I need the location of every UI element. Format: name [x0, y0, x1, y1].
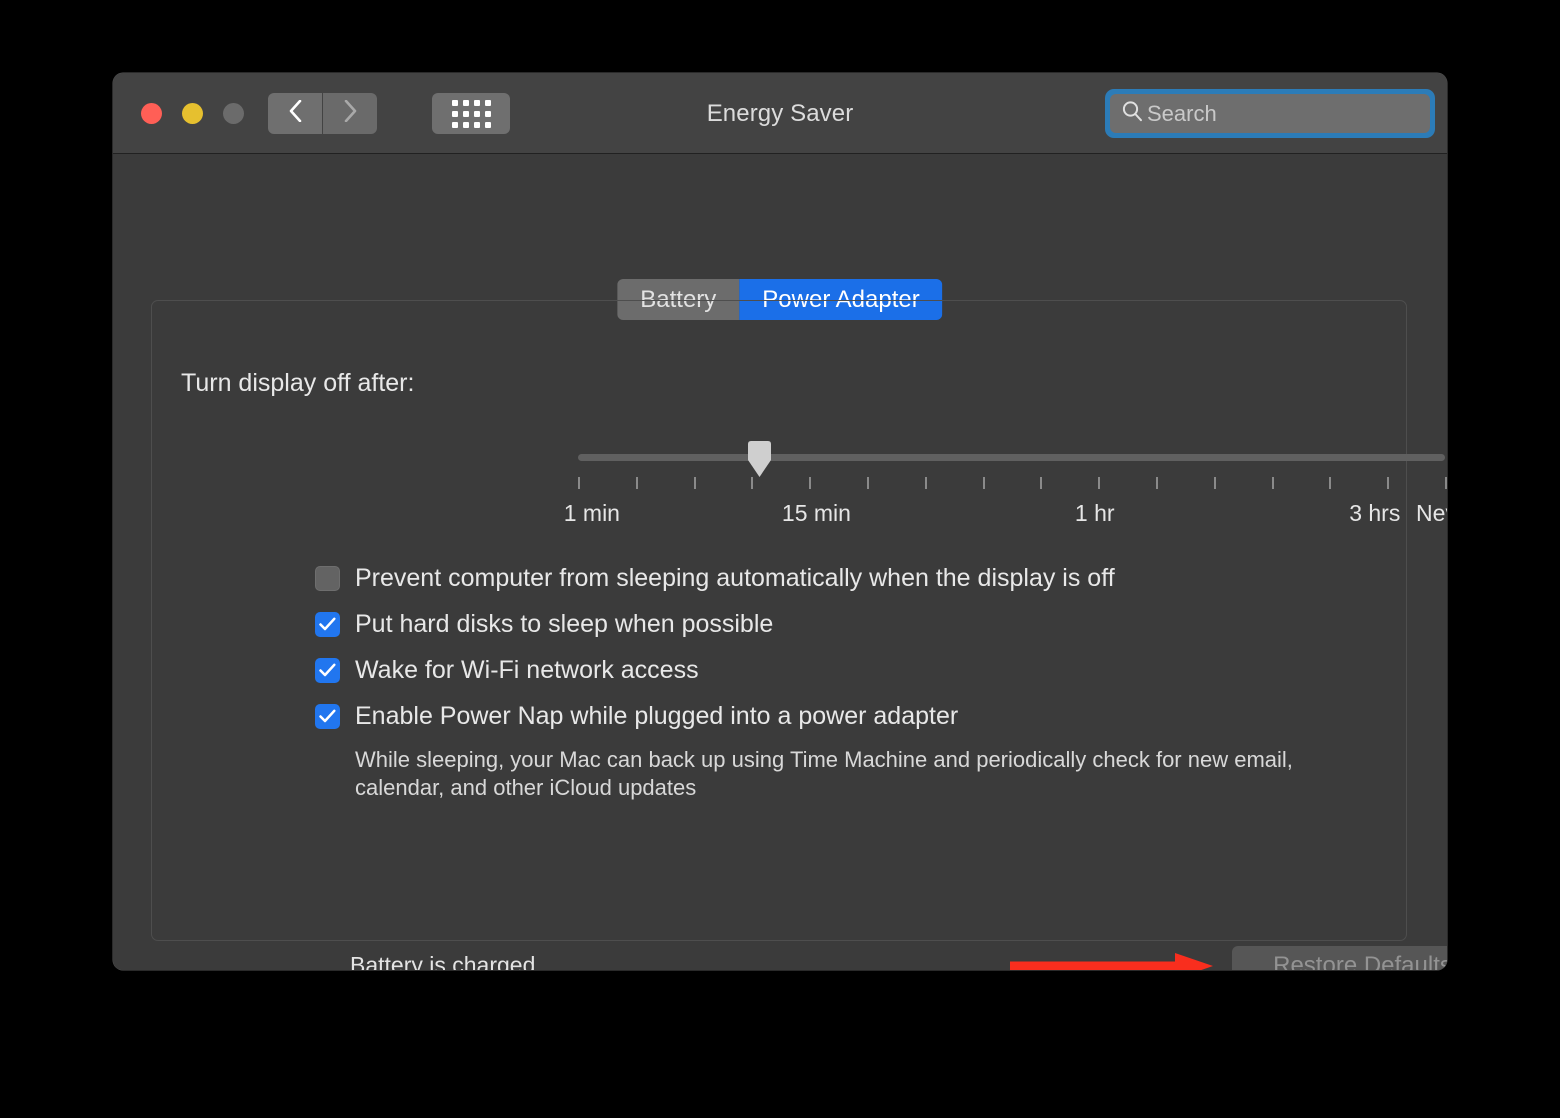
- restore-defaults-button[interactable]: Restore Defaults: [1232, 946, 1447, 970]
- wake-for-wifi-label: Wake for Wi-Fi network access: [355, 656, 699, 684]
- slider-tick: [866, 477, 869, 489]
- slider-tick: [1098, 477, 1101, 489]
- slider-tick: [1387, 477, 1390, 489]
- slider-tick: [1213, 477, 1216, 489]
- slider-tick-marks: [578, 477, 1447, 489]
- search-field-focus-ring: Search: [1105, 89, 1435, 138]
- slider-tick-labels: 1 min 15 min 1 hr 3 hrs Never: [113, 500, 1447, 530]
- slider-thumb[interactable]: [744, 440, 775, 478]
- slider-tick: [635, 477, 638, 489]
- power-options-list: Prevent computer from sleeping automatic…: [315, 562, 1375, 802]
- checkbox-row-hard-disk-sleep[interactable]: Put hard disks to sleep when possible: [315, 608, 1375, 641]
- slider-tick: [924, 477, 927, 489]
- prevent-sleep-label: Prevent computer from sleeping automatic…: [355, 564, 1115, 592]
- slider-tick: [693, 477, 696, 489]
- slider-tick-label: 1 min: [563, 500, 620, 526]
- slider-tick: [578, 477, 580, 489]
- checkbox-row-wake-for-wifi[interactable]: Wake for Wi-Fi network access: [315, 654, 1375, 687]
- search-placeholder: Search: [1147, 100, 1217, 126]
- slider-tick-label: 15 min: [781, 500, 851, 526]
- wake-for-wifi-checkbox[interactable]: [315, 658, 340, 683]
- annotation-arrow: [1010, 950, 1215, 970]
- slider-tick-label: 1 hr: [1074, 500, 1115, 526]
- display-sleep-slider[interactable]: [578, 441, 1445, 477]
- slider-tick: [1271, 477, 1274, 489]
- restore-defaults-label: Restore Defaults: [1273, 951, 1447, 971]
- power-nap-label: Enable Power Nap while plugged into a po…: [355, 702, 959, 730]
- hard-disk-sleep-checkbox[interactable]: [315, 612, 340, 637]
- power-nap-checkbox[interactable]: [315, 704, 340, 729]
- search-field[interactable]: Search: [1110, 94, 1430, 133]
- slider-tick: [1329, 477, 1332, 489]
- slider-tick: [1040, 477, 1043, 489]
- slider-tick: [1155, 477, 1158, 489]
- display-sleep-label: Turn display off after:: [181, 369, 415, 397]
- checkbox-row-power-nap[interactable]: Enable Power Nap while plugged into a po…: [315, 700, 1375, 733]
- slider-tick-label: Never: [1416, 500, 1447, 526]
- window-titlebar: Energy Saver Search: [113, 73, 1447, 154]
- slider-tick: [751, 477, 754, 489]
- slider-tick-label: 3 hrs: [1349, 500, 1401, 526]
- checkbox-row-prevent-sleep[interactable]: Prevent computer from sleeping automatic…: [315, 562, 1375, 595]
- preferences-content: Battery Power Adapter Turn display off a…: [113, 154, 1447, 970]
- battery-status-text: Battery is charged.: [350, 952, 542, 970]
- prevent-sleep-checkbox[interactable]: [315, 566, 340, 591]
- slider-tick: [982, 477, 985, 489]
- slider-tick: [809, 477, 812, 489]
- screen: Energy Saver Search Battery Power Adapte…: [0, 0, 1560, 1118]
- slider-track[interactable]: [578, 454, 1445, 461]
- hard-disk-sleep-label: Put hard disks to sleep when possible: [355, 610, 774, 638]
- energy-saver-window: Energy Saver Search Battery Power Adapte…: [113, 73, 1447, 970]
- slider-tick: [1445, 477, 1447, 489]
- power-nap-description: While sleeping, your Mac can back up usi…: [355, 747, 1293, 800]
- search-icon: [1120, 99, 1144, 128]
